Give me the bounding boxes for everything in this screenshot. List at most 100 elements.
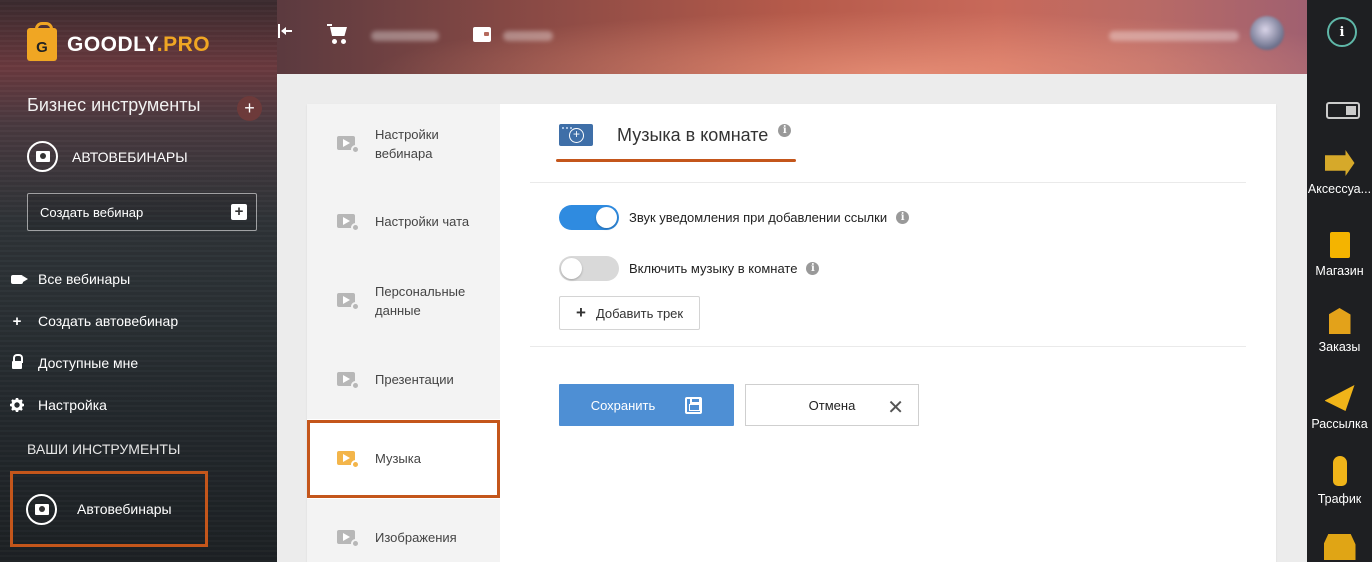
shopping-bag-icon (1329, 232, 1350, 258)
sidebar-item-all-webinars[interactable]: Все вебинары (9, 258, 269, 300)
cancel-button[interactable]: Отмена ✕ (745, 384, 919, 426)
toolbox-icon (1323, 534, 1356, 560)
avatar[interactable] (1250, 16, 1284, 50)
wallet-icon[interactable] (473, 27, 491, 42)
tab-label: Музыка (375, 451, 421, 467)
info-icon[interactable]: i (896, 211, 910, 224)
info-icon[interactable]: i (1327, 17, 1357, 47)
section-header: Музыка в комнате i (559, 123, 792, 146)
video-settings-icon (337, 212, 361, 232)
module-title: АВТОВЕБИНАРЫ (72, 148, 188, 165)
tab-music[interactable]: Музыка (307, 419, 500, 499)
add-track-button[interactable]: + Добавить трек (559, 296, 700, 330)
sidebar-item-label: Создать автовебинар (38, 313, 179, 329)
music-add-icon (559, 124, 593, 146)
rail-item-traffic[interactable]: Трафик (1307, 456, 1372, 506)
tool-item-autowebinars[interactable]: Автовебинары (10, 471, 208, 547)
tab-label: Персональные данные (375, 283, 466, 319)
business-tools-title: Бизнес инструменты (27, 95, 201, 115)
notification-sound-toggle[interactable] (559, 205, 619, 230)
blurred-wallet-value (503, 31, 553, 41)
info-icon[interactable]: i (778, 123, 792, 137)
rail-item-accessories[interactable]: Аксессуа... (1307, 150, 1372, 196)
save-button[interactable]: Сохранить (559, 384, 734, 426)
autowebinar-screen-icon (26, 493, 57, 525)
plus-icon: + (576, 303, 586, 322)
video-camera-icon (9, 274, 28, 284)
orders-box-icon (1328, 308, 1351, 334)
lock-icon (9, 354, 25, 369)
divider (530, 346, 1246, 347)
settings-card: Настройки вебинара Настройки чата Персон… (307, 104, 1276, 562)
autowebinar-screen-icon (27, 141, 58, 172)
blurred-balance (371, 31, 439, 41)
rail-item-label: Заказы (1318, 340, 1361, 354)
cart-icon[interactable] (327, 24, 349, 44)
cancel-label: Отмена (808, 397, 856, 413)
mouse-icon (1332, 456, 1347, 486)
accessories-icon (1324, 150, 1355, 176)
room-music-label: Включить музыку в комнате (629, 261, 798, 276)
top-bar (277, 0, 1307, 74)
collapse-sidebar-icon[interactable] (277, 24, 293, 38)
toggle-panel-icon[interactable] (1326, 102, 1360, 119)
rail-item-label: Аксессуа... (1307, 182, 1372, 196)
sidebar-item-settings[interactable]: Настройка (9, 384, 269, 426)
right-rail: i Аксессуа... Магазин Заказы Рассылка Тр… (1307, 0, 1372, 562)
settings-tabs: Настройки вебинара Настройки чата Персон… (307, 104, 500, 562)
sidebar-item-create-autowebinar[interactable]: + Создать автовебинар (9, 300, 269, 342)
sidebar-nav: Все вебинары + Создать автовебинар Досту… (9, 258, 269, 426)
video-settings-icon (337, 370, 361, 390)
tab-presentations[interactable]: Презентации (307, 340, 500, 420)
plus-square-icon: + (231, 204, 247, 220)
create-webinar-label: Создать вебинар (40, 204, 144, 220)
autowebinars-module-header: АВТОВЕБИНАРЫ (27, 141, 188, 172)
tab-label: Настройки вебинара (375, 126, 439, 162)
save-label: Сохранить (590, 397, 656, 413)
tab-webinar-settings[interactable]: Настройки вебинара (307, 104, 500, 184)
tab-label: Настройки чата (375, 214, 470, 230)
rail-item-mailing[interactable]: Рассылка (1307, 385, 1372, 431)
tab-chat-settings[interactable]: Настройки чата (307, 182, 500, 262)
your-tools-title: ВАШИ ИНСТРУМЕНТЫ (27, 441, 181, 457)
rail-item-label: Рассылка (1311, 417, 1368, 431)
add-track-label: Добавить трек (595, 305, 684, 321)
rail-item-label: Магазин (1315, 264, 1364, 278)
notification-sound-label: Звук уведомления при добавлении ссылки (629, 210, 888, 225)
info-icon[interactable]: i (806, 262, 820, 275)
tab-label: Презентации (375, 372, 454, 388)
left-sidebar: G GOODLY.PRO Бизнес инструменты + АВТОВЕ… (0, 0, 277, 562)
blurred-username (1109, 31, 1239, 41)
add-tool-button[interactable]: + (237, 96, 262, 121)
tab-personal-data[interactable]: Персональные данные (307, 261, 500, 341)
brand-bag-icon: G (27, 22, 57, 61)
gear-icon (9, 398, 25, 412)
divider (530, 182, 1246, 183)
section-title-underline (556, 159, 796, 162)
rail-item-orders[interactable]: Заказы (1307, 308, 1372, 354)
video-settings-icon (337, 528, 361, 548)
create-webinar-button[interactable]: Создать вебинар + (27, 193, 257, 231)
video-settings-icon (337, 291, 361, 311)
close-icon: ✕ (887, 397, 904, 419)
sidebar-item-label: Доступные мне (38, 355, 139, 371)
brand-name: GOODLY.PRO (67, 32, 211, 56)
tab-images[interactable]: Изображения (307, 498, 500, 562)
brand-logo[interactable]: G GOODLY.PRO (27, 22, 211, 61)
paper-plane-icon (1324, 385, 1355, 411)
sidebar-item-label: Все вебинары (38, 271, 131, 287)
rail-item-label: Трафик (1317, 492, 1362, 506)
room-music-row: Включить музыку в комнате i (559, 256, 820, 281)
floppy-disk-icon (685, 396, 703, 414)
room-music-toggle[interactable] (559, 256, 619, 281)
rail-item-shop[interactable]: Магазин (1307, 232, 1372, 278)
notification-sound-row: Звук уведомления при добавлении ссылки i (559, 205, 910, 230)
plus-icon: + (12, 312, 22, 330)
video-settings-icon (337, 134, 361, 154)
section-title: Музыка в комнате (617, 124, 769, 145)
sidebar-item-label: Настройка (38, 397, 107, 413)
video-settings-icon (337, 449, 361, 469)
rail-item-tools[interactable] (1307, 534, 1372, 562)
sidebar-item-available[interactable]: Доступные мне (9, 342, 269, 384)
tool-item-label: Автовебинары (77, 501, 172, 517)
